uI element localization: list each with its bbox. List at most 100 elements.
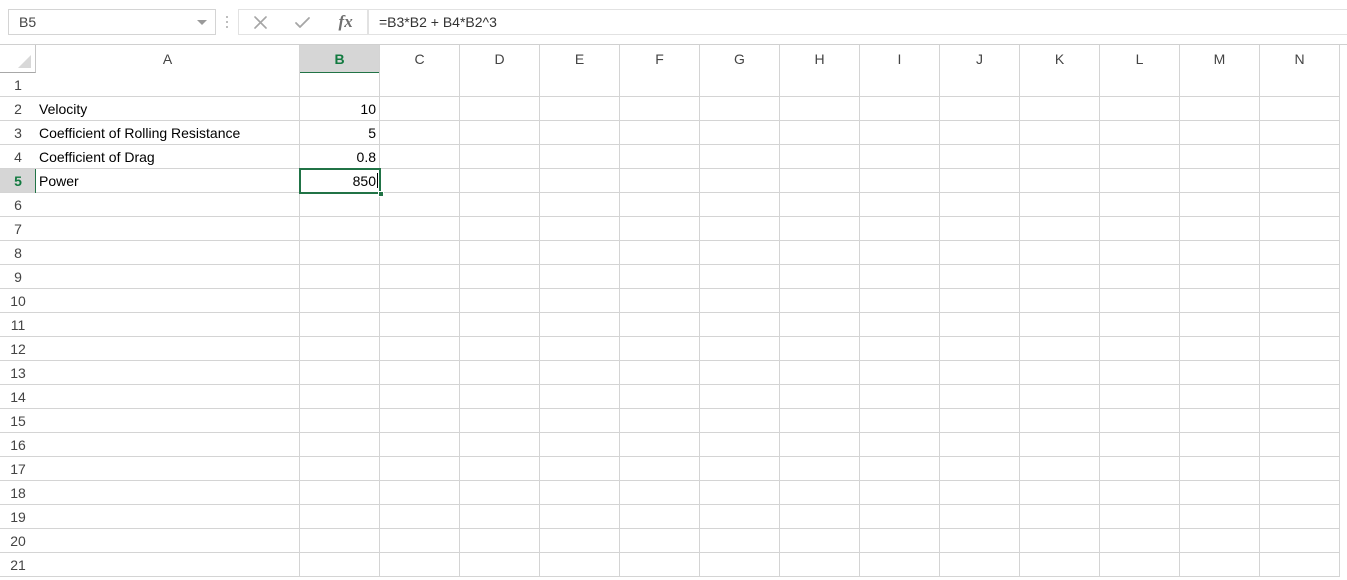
cell-h4[interactable] (780, 145, 860, 169)
column-header-l[interactable]: L (1100, 45, 1180, 73)
cell-b16[interactable] (300, 433, 380, 457)
cell-c1[interactable] (380, 73, 460, 97)
cell-k15[interactable] (1020, 409, 1100, 433)
row-header-4[interactable]: 4 (0, 145, 36, 169)
cell-j21[interactable] (940, 553, 1020, 577)
row-header-5[interactable]: 5 (0, 169, 37, 193)
cell-i8[interactable] (860, 241, 940, 265)
cell-e8[interactable] (540, 241, 620, 265)
column-header-h[interactable]: H (780, 45, 860, 73)
cell-e15[interactable] (540, 409, 620, 433)
cell-n20[interactable] (1260, 529, 1340, 553)
cell-c19[interactable] (380, 505, 460, 529)
cell-g8[interactable] (700, 241, 780, 265)
cell-b2[interactable]: 10 (300, 97, 380, 121)
cell-e7[interactable] (540, 217, 620, 241)
cell-d2[interactable] (460, 97, 540, 121)
cell-n9[interactable] (1260, 265, 1340, 289)
cell-c4[interactable] (380, 145, 460, 169)
cell-h13[interactable] (780, 361, 860, 385)
row-header-13[interactable]: 13 (0, 361, 36, 385)
row-header-17[interactable]: 17 (0, 457, 36, 481)
cell-e17[interactable] (540, 457, 620, 481)
cell-k1[interactable] (1020, 73, 1100, 97)
cell-j17[interactable] (940, 457, 1020, 481)
cell-e5[interactable] (540, 169, 620, 193)
cell-k4[interactable] (1020, 145, 1100, 169)
cell-n1[interactable] (1260, 73, 1340, 97)
cell-m15[interactable] (1180, 409, 1260, 433)
cell-j9[interactable] (940, 265, 1020, 289)
cell-k20[interactable] (1020, 529, 1100, 553)
cell-k8[interactable] (1020, 241, 1100, 265)
row-header-20[interactable]: 20 (0, 529, 36, 553)
cell-b1[interactable] (300, 73, 380, 97)
cell-k5[interactable] (1020, 169, 1100, 193)
cell-f9[interactable] (620, 265, 700, 289)
cell-i21[interactable] (860, 553, 940, 577)
cell-l19[interactable] (1100, 505, 1180, 529)
cell-b19[interactable] (300, 505, 380, 529)
cell-f4[interactable] (620, 145, 700, 169)
cell-i3[interactable] (860, 121, 940, 145)
cell-a9[interactable] (36, 265, 300, 289)
cell-m4[interactable] (1180, 145, 1260, 169)
cell-a20[interactable] (36, 529, 300, 553)
cell-f14[interactable] (620, 385, 700, 409)
cell-b14[interactable] (300, 385, 380, 409)
cell-m8[interactable] (1180, 241, 1260, 265)
cell-e1[interactable] (540, 73, 620, 97)
row-header-15[interactable]: 15 (0, 409, 36, 433)
cell-a12[interactable] (36, 337, 300, 361)
cell-n4[interactable] (1260, 145, 1340, 169)
cell-j5[interactable] (940, 169, 1020, 193)
cell-k18[interactable] (1020, 481, 1100, 505)
cell-h9[interactable] (780, 265, 860, 289)
confirm-button[interactable] (284, 10, 322, 34)
cell-n13[interactable] (1260, 361, 1340, 385)
cell-n2[interactable] (1260, 97, 1340, 121)
cell-n3[interactable] (1260, 121, 1340, 145)
cell-k3[interactable] (1020, 121, 1100, 145)
cell-l5[interactable] (1100, 169, 1180, 193)
cell-c8[interactable] (380, 241, 460, 265)
cell-h10[interactable] (780, 289, 860, 313)
cell-j20[interactable] (940, 529, 1020, 553)
cell-a13[interactable] (36, 361, 300, 385)
cell-f12[interactable] (620, 337, 700, 361)
cell-j6[interactable] (940, 193, 1020, 217)
cell-a2[interactable]: Velocity (36, 97, 300, 121)
cell-c2[interactable] (380, 97, 460, 121)
cell-m14[interactable] (1180, 385, 1260, 409)
cell-g13[interactable] (700, 361, 780, 385)
cell-c18[interactable] (380, 481, 460, 505)
cell-d12[interactable] (460, 337, 540, 361)
chevron-down-icon[interactable] (197, 19, 207, 25)
cell-e14[interactable] (540, 385, 620, 409)
cell-m20[interactable] (1180, 529, 1260, 553)
cell-h11[interactable] (780, 313, 860, 337)
cell-f5[interactable] (620, 169, 700, 193)
cell-g5[interactable] (700, 169, 780, 193)
cell-m3[interactable] (1180, 121, 1260, 145)
cell-e16[interactable] (540, 433, 620, 457)
cell-g7[interactable] (700, 217, 780, 241)
cell-h14[interactable] (780, 385, 860, 409)
cell-l8[interactable] (1100, 241, 1180, 265)
cell-h8[interactable] (780, 241, 860, 265)
cell-g10[interactable] (700, 289, 780, 313)
cell-c11[interactable] (380, 313, 460, 337)
cell-l21[interactable] (1100, 553, 1180, 577)
cell-m17[interactable] (1180, 457, 1260, 481)
cell-h16[interactable] (780, 433, 860, 457)
cell-f15[interactable] (620, 409, 700, 433)
cell-m16[interactable] (1180, 433, 1260, 457)
fill-handle[interactable] (378, 191, 384, 197)
cell-k16[interactable] (1020, 433, 1100, 457)
cell-j10[interactable] (940, 289, 1020, 313)
cell-d20[interactable] (460, 529, 540, 553)
cell-f11[interactable] (620, 313, 700, 337)
cell-h18[interactable] (780, 481, 860, 505)
cell-n11[interactable] (1260, 313, 1340, 337)
cell-f10[interactable] (620, 289, 700, 313)
